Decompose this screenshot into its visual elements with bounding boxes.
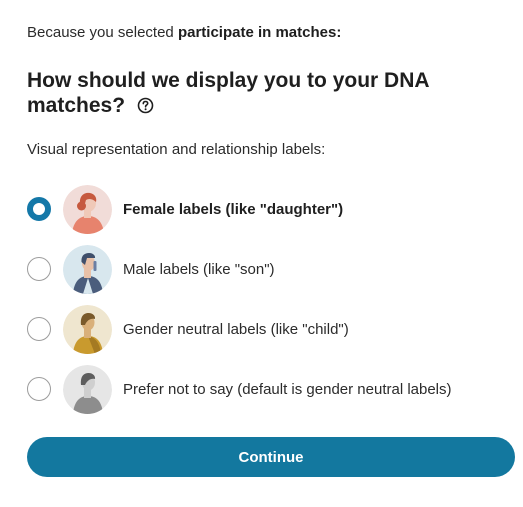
intro-text: Because you selected participate in matc… xyxy=(27,24,341,41)
option-male[interactable]: Male labels (like "son") xyxy=(27,244,507,294)
subtitle: Visual representation and relationship l… xyxy=(27,141,326,158)
option-gender-neutral-label: Gender neutral labels (like "child") xyxy=(123,320,349,338)
page: Because you selected participate in matc… xyxy=(0,0,523,507)
intro-selection: participate in matches: xyxy=(177,24,342,41)
intro-prefix: Because you selected xyxy=(27,24,178,41)
option-prefer-not-to-say[interactable]: Prefer not to say (default is gender neu… xyxy=(27,364,507,414)
radio-female[interactable] xyxy=(27,197,51,221)
gender-neutral-avatar-icon xyxy=(63,304,112,354)
page-title: How should we display you to your DNA ma… xyxy=(27,68,497,118)
radio-gender-neutral[interactable] xyxy=(27,317,51,341)
question-circle-icon[interactable] xyxy=(137,95,154,114)
continue-button[interactable]: Continue xyxy=(27,437,515,477)
option-female-label: Female labels (like "daughter") xyxy=(123,200,344,218)
option-gender-neutral[interactable]: Gender neutral labels (like "child") xyxy=(27,304,507,354)
unspecified-avatar-icon xyxy=(63,364,112,414)
option-female[interactable]: Female labels (like "daughter") xyxy=(27,184,507,234)
female-avatar-icon xyxy=(63,184,112,234)
option-prefer-not-to-say-label: Prefer not to say (default is gender neu… xyxy=(123,380,452,398)
radio-male[interactable] xyxy=(27,257,51,281)
option-male-label: Male labels (like "son") xyxy=(123,260,275,278)
page-title-text: How should we display you to your DNA ma… xyxy=(27,69,429,117)
radio-prefer-not-to-say[interactable] xyxy=(27,377,51,401)
male-avatar-icon xyxy=(63,244,112,294)
